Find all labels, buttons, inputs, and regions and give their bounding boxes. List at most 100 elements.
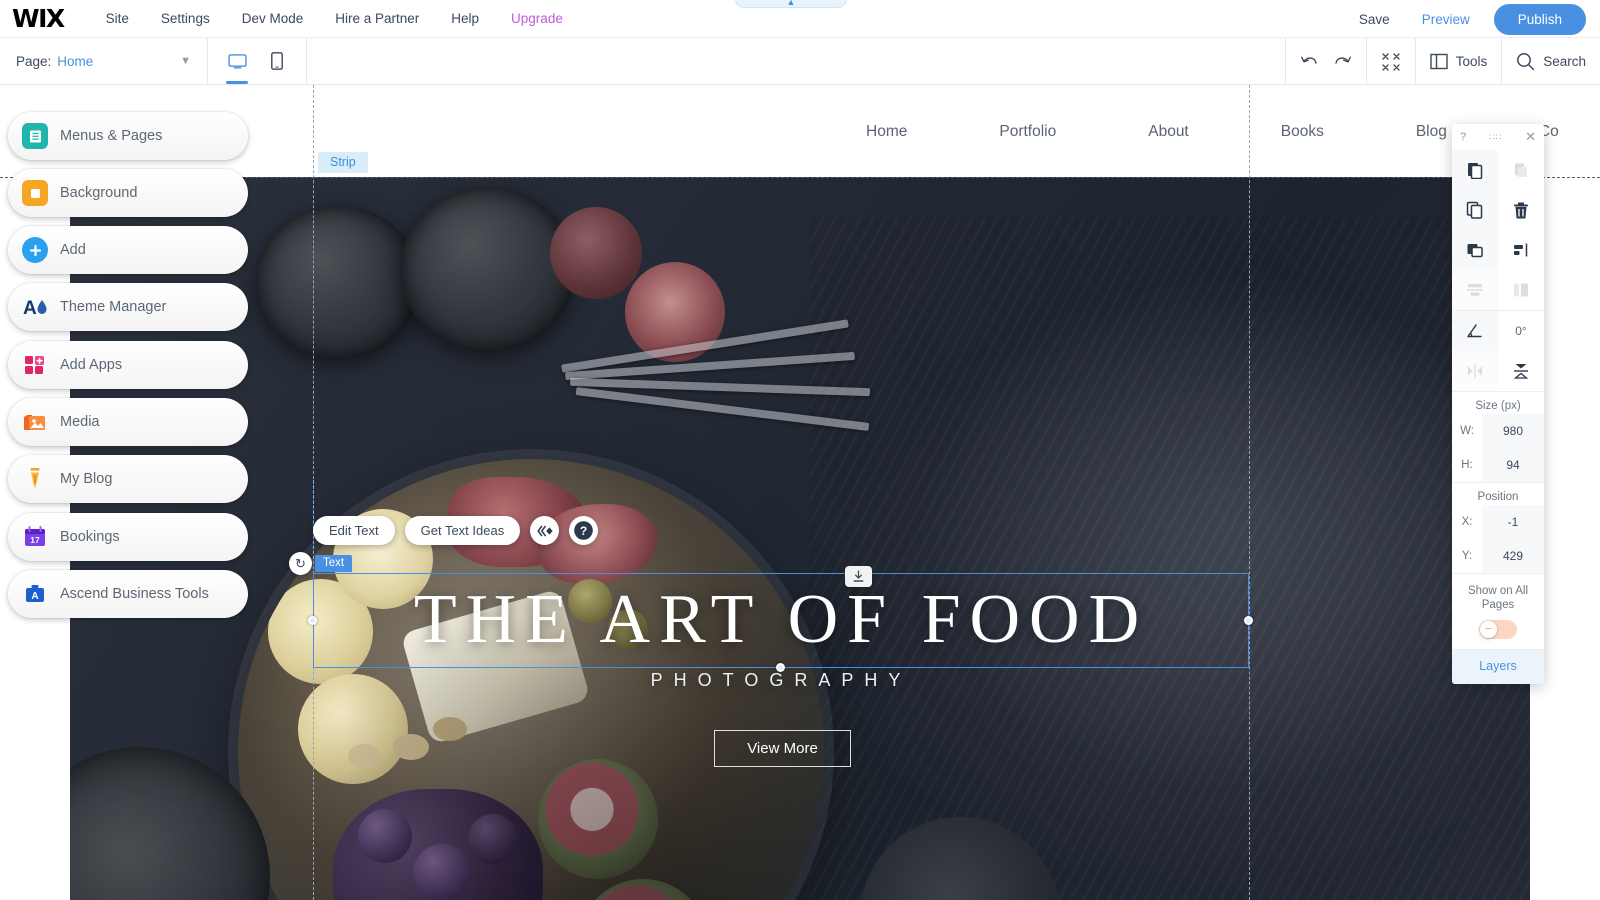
panel-help-icon[interactable]: ? (1460, 131, 1466, 143)
sidebar-item-media[interactable]: Media (8, 398, 248, 446)
page-selector[interactable]: Page: Home ▼ (0, 37, 208, 85)
help-button[interactable]: ? (569, 516, 599, 545)
match-size-icon (1514, 283, 1528, 297)
zoom-out-icon (1382, 52, 1400, 71)
page-selector-label: Page: (16, 53, 52, 69)
undo-icon (1300, 56, 1317, 64)
grapes-cluster (333, 789, 543, 900)
delete-button[interactable] (1498, 190, 1544, 230)
flip-vertical-button[interactable] (1498, 351, 1544, 391)
sidebar-item-label: Ascend Business Tools (60, 586, 209, 602)
rotation-angle-icon (1467, 324, 1482, 338)
preview-button[interactable]: Preview (1406, 6, 1486, 33)
panels-icon (1430, 53, 1448, 70)
sidebar-item-add-apps[interactable]: Add Apps (8, 341, 248, 389)
sidebar-item-ascend-business-tools[interactable]: A Ascend Business Tools (8, 570, 248, 618)
food-photograph (70, 177, 1530, 900)
top-menu-item-site[interactable]: Site (90, 5, 145, 32)
tools-label: Tools (1455, 54, 1488, 69)
layers-button[interactable]: Layers (1452, 650, 1544, 684)
top-menu-item-dev-mode[interactable]: Dev Mode (226, 5, 320, 32)
delete-trash-icon (1514, 202, 1528, 218)
height-key: H: (1461, 459, 1473, 471)
paste-button[interactable] (1498, 150, 1544, 190)
svg-text:?: ? (580, 524, 587, 538)
strip-badge[interactable]: Strip (318, 152, 368, 173)
site-nav-item-portfolio[interactable]: Portfolio (953, 123, 1102, 141)
flip-horizontal-button[interactable] (1452, 351, 1498, 391)
selection-handle-left[interactable] (308, 616, 317, 625)
my-blog-icon (22, 466, 48, 492)
distribute-button[interactable] (1452, 270, 1498, 310)
width-input[interactable]: 980 (1482, 414, 1544, 448)
top-menu-item-hire-a-partner[interactable]: Hire a Partner (319, 5, 435, 32)
rotate-handle[interactable]: ↻ (289, 552, 312, 575)
wix-logo[interactable]: WIX (12, 6, 65, 31)
rotation-button[interactable] (1452, 311, 1498, 351)
align-left-icon (1514, 243, 1528, 257)
arrange-button[interactable] (1452, 230, 1498, 270)
mobile-view-button[interactable] (260, 39, 294, 84)
save-button[interactable]: Save (1343, 6, 1406, 33)
undo-button[interactable] (1300, 53, 1319, 70)
coffee-cup-right (400, 187, 575, 352)
y-input[interactable]: 429 (1482, 539, 1544, 573)
view-more-button[interactable]: View More (714, 730, 851, 767)
y-key: Y: (1461, 550, 1473, 562)
sidebar-item-theme-manager[interactable]: A Theme Manager (8, 283, 248, 331)
sidebar-item-label: Add (60, 242, 86, 258)
show-on-all-pages-toggle[interactable]: − (1479, 620, 1517, 639)
site-nav-item-books[interactable]: Books (1235, 123, 1370, 141)
sidebar-item-add[interactable]: Add (8, 226, 248, 274)
sidebar-item-menus-pages[interactable]: Menus & Pages (8, 112, 248, 160)
site-nav-item-about[interactable]: About (1102, 123, 1235, 141)
nut-1 (393, 734, 429, 760)
sidebar-item-my-blog[interactable]: My Blog (8, 455, 248, 503)
selection-handle-right[interactable] (1244, 616, 1253, 625)
toggle-knob: − (1480, 621, 1497, 638)
collapse-editor-tab[interactable]: ▲ (735, 0, 847, 8)
desktop-view-button[interactable] (220, 39, 254, 84)
collapse-chevrons-button[interactable] (530, 516, 560, 545)
panel-action-grid (1452, 150, 1544, 310)
coffee-cup-left (255, 205, 420, 360)
x-input[interactable]: -1 (1482, 505, 1544, 539)
redo-icon (1335, 56, 1351, 64)
tools-button[interactable]: Tools (1430, 53, 1488, 70)
sidebar-item-label: Theme Manager (60, 299, 167, 315)
close-icon[interactable]: ✕ (1525, 129, 1536, 145)
duplicate-button[interactable] (1452, 190, 1498, 230)
hero-subtitle[interactable]: PHOTOGRAPHY (313, 670, 1249, 691)
nut-3 (348, 744, 380, 768)
sidebar-item-background[interactable]: Background (8, 169, 248, 217)
selection-handle-bottom[interactable] (776, 663, 785, 672)
sidebar-item-label: Menus & Pages (60, 128, 163, 144)
top-menu-item-upgrade[interactable]: Upgrade (495, 5, 579, 32)
drag-grip-icon[interactable]: ∷∷ (1489, 132, 1502, 141)
distribute-horizontal-icon (1467, 284, 1483, 296)
nut-2 (433, 717, 467, 741)
edit-text-button[interactable]: Edit Text (313, 516, 395, 545)
copy-button[interactable] (1452, 150, 1498, 190)
toolbar-right-group: Tools Search (1284, 38, 1600, 85)
top-menu-item-settings[interactable]: Settings (145, 5, 226, 32)
rotation-value[interactable]: 0° (1498, 311, 1544, 351)
search-icon (1517, 53, 1535, 71)
get-text-ideas-button[interactable]: Get Text Ideas (404, 516, 521, 545)
zoom-out-button[interactable] (1381, 52, 1401, 72)
show-on-all-pages-label: Show on All Pages (1467, 585, 1529, 611)
element-properties-panel[interactable]: ? ∷∷ ✕ 0° Size (px) W: 980 H: 94 Positio… (1452, 124, 1544, 684)
publish-button[interactable]: Publish (1493, 3, 1586, 35)
redo-button[interactable] (1333, 53, 1352, 70)
top-menu-item-help[interactable]: Help (435, 5, 495, 32)
site-nav-item-home[interactable]: Home (820, 123, 953, 141)
align-button[interactable] (1498, 230, 1544, 270)
hero-strip-image[interactable] (70, 177, 1530, 900)
width-row: W: 980 (1452, 414, 1544, 448)
search-button[interactable]: Search (1516, 52, 1586, 71)
stretch-to-full-width-button[interactable] (845, 566, 872, 587)
height-input[interactable]: 94 (1482, 448, 1544, 482)
match-size-button[interactable] (1498, 270, 1544, 310)
text-element-selection-box[interactable] (313, 573, 1249, 668)
sidebar-item-bookings[interactable]: 17 Bookings (8, 513, 248, 561)
